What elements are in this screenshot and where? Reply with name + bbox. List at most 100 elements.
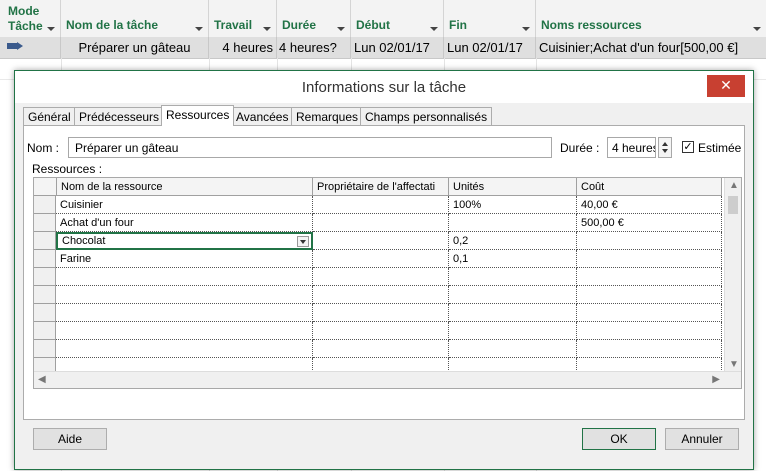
assignment-owner-cell[interactable]	[313, 286, 449, 304]
units-cell[interactable]: 0,2	[449, 232, 577, 250]
tab-predecessors[interactable]: Prédécesseurs	[74, 107, 165, 125]
table-corner[interactable]	[34, 178, 57, 196]
resource-name-cell[interactable]	[56, 322, 313, 340]
task-finish-cell[interactable]: Lun 02/01/17	[444, 37, 536, 58]
table-row[interactable]: Chocolat 0,2	[34, 232, 722, 250]
chevron-down-icon[interactable]	[522, 27, 530, 31]
assignment-owner-cell[interactable]	[313, 250, 449, 268]
assignment-owner-cell[interactable]	[313, 214, 449, 232]
column-header-start[interactable]: Début	[351, 0, 444, 37]
close-button[interactable]: ✕	[707, 75, 745, 97]
units-cell[interactable]	[449, 340, 577, 358]
resource-name-cell[interactable]	[56, 268, 313, 286]
tab-general[interactable]: Général	[23, 107, 76, 125]
tab-custom-fields[interactable]: Champs personnalisés	[360, 107, 493, 125]
assignment-owner-cell[interactable]	[313, 232, 449, 250]
cost-cell[interactable]	[577, 232, 722, 250]
resource-name-cell[interactable]	[56, 304, 313, 322]
help-button[interactable]: Aide	[33, 428, 107, 450]
row-selector[interactable]	[34, 232, 56, 250]
task-mode-cell[interactable]	[0, 37, 61, 58]
row-selector[interactable]	[34, 286, 56, 304]
chevron-down-icon[interactable]	[430, 27, 438, 31]
cost-cell[interactable]	[577, 268, 722, 286]
table-row[interactable]	[34, 358, 722, 372]
row-selector[interactable]	[34, 214, 56, 232]
task-name-input[interactable]: Préparer un gâteau	[68, 137, 552, 158]
column-header-resource-names[interactable]: Noms ressources	[536, 0, 766, 37]
resource-name-dropdown[interactable]: Chocolat	[56, 232, 313, 250]
dialog-titlebar[interactable]: Informations sur la tâche ✕	[15, 71, 753, 103]
row-selector[interactable]	[34, 304, 56, 322]
cancel-button[interactable]: Annuler	[665, 428, 739, 450]
units-cell[interactable]	[449, 214, 577, 232]
table-row[interactable]	[34, 268, 722, 286]
tab-notes[interactable]: Remarques	[291, 107, 364, 125]
units-cell[interactable]: 0,1	[449, 250, 577, 268]
duration-spinner[interactable]	[658, 137, 672, 158]
task-name-cell[interactable]: Préparer un gâteau	[61, 37, 209, 58]
column-header-units[interactable]: Unités	[449, 178, 577, 196]
column-header-assignment-owner[interactable]: Propriétaire de l'affectati	[313, 178, 449, 196]
units-cell[interactable]	[449, 358, 577, 372]
scroll-left-icon[interactable]: ◀	[38, 374, 46, 385]
ok-button[interactable]: OK	[582, 428, 656, 450]
chevron-down-icon[interactable]	[195, 27, 203, 31]
chevron-down-icon[interactable]	[753, 27, 761, 31]
table-row[interactable]	[34, 304, 722, 322]
table-row[interactable]: Farine 0,1	[34, 250, 722, 268]
scroll-right-icon[interactable]: ▶	[712, 374, 720, 385]
spin-down-icon[interactable]	[662, 149, 668, 153]
units-cell[interactable]	[449, 304, 577, 322]
row-selector[interactable]	[34, 340, 56, 358]
row-selector[interactable]	[34, 358, 56, 372]
cost-cell[interactable]	[577, 322, 722, 340]
units-cell[interactable]	[449, 322, 577, 340]
horizontal-scrollbar[interactable]: ◀ ▶	[34, 371, 741, 388]
task-row[interactable]: Préparer un gâteau 4 heures 4 heures? Lu…	[0, 37, 766, 59]
assignment-owner-cell[interactable]	[313, 196, 449, 214]
table-row[interactable]	[34, 322, 722, 340]
cost-cell[interactable]	[577, 358, 722, 372]
units-cell[interactable]	[449, 286, 577, 304]
column-header-duration[interactable]: Durée	[277, 0, 351, 37]
cost-cell[interactable]	[577, 340, 722, 358]
units-cell[interactable]: 100%	[449, 196, 577, 214]
assignment-owner-cell[interactable]	[313, 322, 449, 340]
task-resources-cell[interactable]: Cuisinier;Achat d'un four[500,00 €]	[536, 37, 766, 58]
table-row[interactable]	[34, 340, 722, 358]
assignment-owner-cell[interactable]	[313, 358, 449, 372]
resource-name-cell[interactable]: Achat d'un four	[56, 214, 313, 232]
row-selector[interactable]	[34, 322, 56, 340]
resource-name-cell[interactable]	[56, 358, 313, 372]
chevron-down-icon[interactable]	[337, 27, 345, 31]
column-header-task-mode[interactable]: Mode Tâche	[0, 0, 61, 37]
spin-up-icon[interactable]	[662, 142, 668, 146]
tab-progress[interactable]: Avancées	[231, 107, 294, 125]
column-header-work[interactable]: Travail	[209, 0, 277, 37]
assignment-owner-cell[interactable]	[313, 304, 449, 322]
row-selector[interactable]	[34, 196, 56, 214]
table-row[interactable]	[34, 286, 722, 304]
row-selector[interactable]	[34, 250, 56, 268]
column-header-task-name[interactable]: Nom de la tâche	[61, 0, 209, 37]
cost-cell[interactable]	[577, 250, 722, 268]
resource-name-cell[interactable]: Farine	[56, 250, 313, 268]
cost-cell[interactable]: 500,00 €	[577, 214, 722, 232]
cost-cell[interactable]: 40,00 €	[577, 196, 722, 214]
column-header-finish[interactable]: Fin	[444, 0, 536, 37]
column-header-cost[interactable]: Coût	[577, 178, 722, 196]
scroll-thumb[interactable]	[728, 196, 738, 214]
cost-cell[interactable]	[577, 304, 722, 322]
row-selector[interactable]	[34, 268, 56, 286]
table-row[interactable]: Cuisinier 100% 40,00 €	[34, 196, 722, 214]
scroll-up-icon[interactable]: ▲	[729, 180, 739, 191]
column-header-resource-name[interactable]: Nom de la ressource	[57, 178, 313, 196]
resource-name-cell[interactable]: Cuisinier	[56, 196, 313, 214]
assignment-owner-cell[interactable]	[313, 268, 449, 286]
task-duration-cell[interactable]: 4 heures?	[277, 37, 351, 58]
task-start-cell[interactable]: Lun 02/01/17	[351, 37, 444, 58]
units-cell[interactable]	[449, 268, 577, 286]
table-row[interactable]: Achat d'un four 500,00 €	[34, 214, 722, 232]
duration-input[interactable]: 4 heures?	[607, 137, 656, 158]
